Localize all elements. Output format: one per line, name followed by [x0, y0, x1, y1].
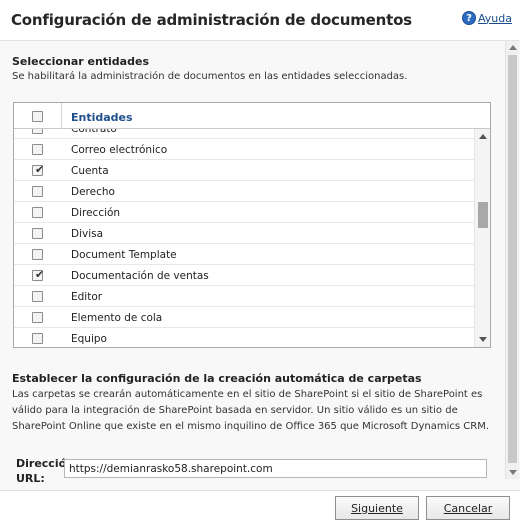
- url-input[interactable]: [64, 459, 487, 478]
- entity-row[interactable]: Equipo: [14, 328, 474, 347]
- entity-checkbox[interactable]: ✔: [32, 163, 45, 176]
- entity-checkbox[interactable]: [32, 144, 43, 155]
- entity-row[interactable]: Contrato: [14, 129, 474, 139]
- entity-checkbox[interactable]: [32, 186, 43, 197]
- entity-row[interactable]: ✔ Cuenta: [14, 160, 474, 181]
- entity-label: Documentación de ventas: [71, 270, 209, 282]
- entity-label: Editor: [71, 291, 103, 303]
- entity-row[interactable]: Editor: [14, 286, 474, 307]
- entity-label: Divisa: [71, 228, 104, 240]
- entity-label: Document Template: [71, 249, 177, 261]
- folder-desc-line-3: SharePoint Online que existe en el mismo…: [12, 421, 490, 432]
- entity-label: Equipo: [71, 333, 107, 345]
- entity-checkbox[interactable]: [32, 312, 43, 323]
- scrollbar-thumb[interactable]: [508, 55, 517, 463]
- entities-column-header[interactable]: Entidades: [71, 111, 133, 124]
- dialog-title: Configuración de administración de docum…: [11, 11, 412, 29]
- entity-label: Cuenta: [71, 165, 109, 177]
- entity-label: Dirección: [71, 207, 121, 219]
- entity-row[interactable]: Dirección: [14, 202, 474, 223]
- entity-label: Correo electrónico: [71, 144, 168, 156]
- entity-checkbox[interactable]: ✔: [32, 268, 45, 281]
- entity-row[interactable]: Document Template: [14, 244, 474, 265]
- entity-checkbox[interactable]: [32, 207, 43, 218]
- next-button[interactable]: Siguiente: [335, 496, 419, 520]
- grid-header: Entidades: [14, 103, 490, 129]
- dialog-footer: Siguiente Cancelar: [0, 490, 520, 530]
- entity-label: Derecho: [71, 186, 115, 198]
- entity-row[interactable]: Elemento de cola: [14, 307, 474, 328]
- entity-row[interactable]: Correo electrónico: [14, 139, 474, 160]
- entity-row[interactable]: ✔ Documentación de ventas: [14, 265, 474, 286]
- scroll-down-arrow-icon[interactable]: [509, 470, 517, 475]
- folder-desc-line-2: válido para la integración de SharePoint…: [12, 405, 458, 416]
- grid-scroll-down-icon[interactable]: [479, 337, 487, 342]
- entity-checkbox[interactable]: [32, 249, 43, 260]
- next-button-label: Siguiente: [351, 501, 403, 515]
- help-icon: ?: [462, 11, 476, 25]
- entity-row[interactable]: Divisa: [14, 223, 474, 244]
- dialog-header: Configuración de administración de docum…: [0, 0, 520, 40]
- checkmark-icon: ✔: [35, 163, 45, 176]
- cancel-button[interactable]: Cancelar: [426, 496, 510, 520]
- dialog-scrollbar[interactable]: [505, 41, 519, 479]
- entity-checkbox[interactable]: [32, 291, 43, 302]
- grid-scrollbar-thumb[interactable]: [478, 202, 488, 228]
- entity-label: Elemento de cola: [71, 312, 163, 324]
- entity-checkbox[interactable]: [32, 129, 43, 134]
- grid-rows: Contrato Correo electrónico ✔ Cuenta Derecho…: [14, 129, 474, 347]
- column-separator: [61, 103, 62, 129]
- scroll-up-arrow-icon[interactable]: [509, 45, 517, 50]
- entity-checkbox[interactable]: [32, 228, 43, 239]
- folder-section-title: Establecer la configuración de la creaci…: [12, 372, 422, 385]
- help-label: Ayuda: [478, 11, 512, 25]
- entities-grid: Entidades Contrato Correo electrónico ✔ Cue…: [13, 102, 491, 348]
- help-link[interactable]: ? Ayuda: [462, 11, 512, 25]
- checkmark-icon: ✔: [35, 268, 45, 281]
- entity-checkbox[interactable]: [32, 333, 43, 344]
- folder-desc-line-1: Las carpetas se crearán automáticamente …: [12, 389, 483, 400]
- entity-label: Contrato: [71, 129, 117, 135]
- entity-row[interactable]: Derecho: [14, 181, 474, 202]
- entities-section-title: Seleccionar entidades: [12, 55, 149, 68]
- cancel-button-label: Cancelar: [443, 501, 493, 515]
- entities-section-description: Se habilitará la administración de docum…: [12, 71, 408, 82]
- select-all-checkbox[interactable]: [32, 111, 43, 122]
- grid-scrollbar[interactable]: [474, 129, 490, 347]
- grid-scroll-up-icon[interactable]: [479, 134, 487, 139]
